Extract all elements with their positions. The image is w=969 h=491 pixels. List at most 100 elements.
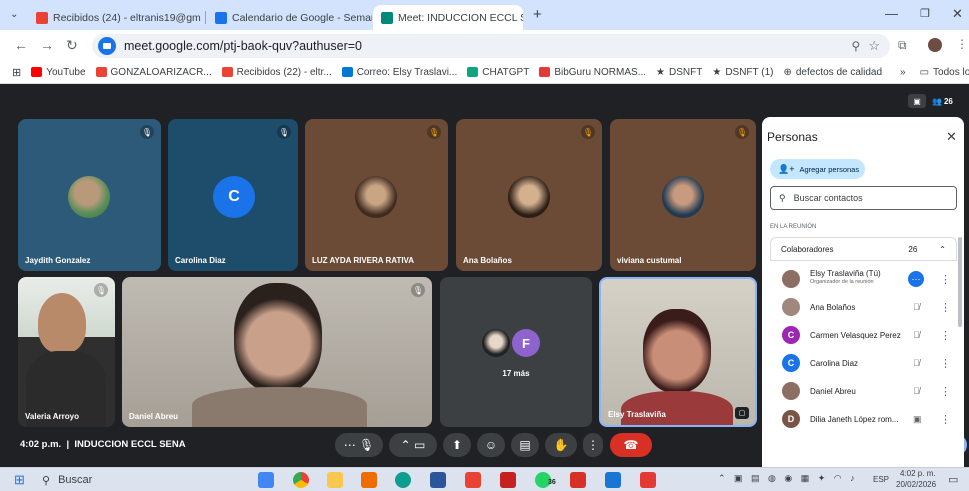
clock-time[interactable]: 4:02 p. m. — [900, 469, 936, 478]
bookmark-star-icon[interactable]: ☆ — [868, 38, 880, 54]
bookmark-defectos[interactable]: ⊕ defectos de calidad — [783, 67, 882, 78]
star-icon: ★ — [712, 66, 722, 78]
star-icon: ★ — [656, 66, 665, 78]
participant-tile[interactable]: 🎙 Jaydith Gonzalez — [18, 119, 161, 271]
extensions-icon[interactable]: ⧉ — [898, 38, 907, 53]
avatar: C — [213, 176, 255, 218]
calendar-icon — [215, 11, 227, 24]
more-icon[interactable]: ⋮ — [940, 329, 951, 342]
back-icon[interactable]: ← — [14, 38, 28, 52]
file-explorer-icon[interactable] — [327, 472, 343, 488]
participant-row[interactable]: Daniel Abreu 🎙̸ ⋮ — [762, 377, 964, 405]
bookmark-youtube[interactable]: YouTube — [31, 67, 86, 78]
app-icon[interactable] — [640, 472, 656, 488]
camera-options-button[interactable]: ⌃ ▭ — [389, 433, 437, 457]
new-tab-button[interactable]: + — [533, 6, 542, 23]
menu-icon[interactable]: ⋮ — [956, 37, 968, 51]
mic-off-icon: 🎙 — [94, 283, 108, 297]
tray-icons[interactable]: ⌃ ▣ ▤ ◍ ◉ ▦ ✦ ◠ ♪ — [718, 473, 858, 484]
bookmark-correo[interactable]: Correo: Elsy Traslavi... — [341, 66, 458, 78]
tab-calendar[interactable]: Calendario de Google - Seman × — [207, 5, 372, 30]
participant-tile[interactable]: 🎙 LUZ AYDA RIVERA RATIVA — [305, 119, 448, 271]
more-icon[interactable]: ⋮ — [940, 273, 951, 286]
bookmark-bibguru[interactable]: BibGuru NORMAS... — [539, 67, 646, 78]
bookmark-dsnft-1[interactable]: ★ DSNFT (1) — [712, 67, 773, 78]
tab-title: Recibidos (24) - eltranis19@gm — [53, 11, 201, 24]
leave-call-button[interactable]: ☎ — [610, 433, 652, 457]
bookmark-label: defectos de calidad — [795, 66, 883, 78]
url-bar[interactable]: meet.google.com/ptj-baok-quv?authuser=0 … — [92, 34, 890, 58]
more-options-button[interactable]: ⋮ — [583, 433, 603, 457]
edge-icon[interactable] — [395, 472, 411, 488]
forward-icon[interactable]: → — [40, 38, 54, 52]
bookmark-chatgpt[interactable]: CHATGPT — [467, 67, 529, 78]
more-icon[interactable]: ⋮ — [940, 385, 951, 398]
participant-row[interactable]: Elsy Traslaviña (Tú) Organizador de la r… — [762, 265, 964, 293]
participant-tile[interactable]: 🎙 C Carolina Diaz — [168, 119, 298, 271]
participant-name: LUZ AYDA RIVERA RATIVA — [312, 256, 415, 265]
participant-row[interactable]: C Carolina Diaz 🎙̸ ⋮ — [762, 349, 964, 377]
notification-badge: 36 — [548, 479, 556, 486]
more-participants-tile[interactable]: F 17 más — [440, 277, 592, 427]
apps-icon[interactable]: ⊞ — [12, 66, 21, 79]
gmail-icon[interactable] — [500, 472, 516, 488]
acrobat-icon[interactable] — [570, 472, 586, 488]
avatar: D — [782, 410, 800, 428]
panel-scrollbar[interactable] — [958, 237, 962, 327]
pin-icon[interactable]: ▢ — [735, 407, 749, 419]
gmail-icon[interactable] — [465, 472, 481, 488]
weather-icon[interactable] — [258, 472, 274, 488]
present-button[interactable]: ⬆ — [443, 433, 471, 457]
tab-meet[interactable]: Meet: INDUCCION ECCL SE × — [373, 5, 523, 30]
more-icon[interactable]: ⋮ — [940, 413, 951, 426]
close-panel-icon[interactable]: ✕ — [946, 129, 957, 145]
notifications-icon[interactable]: ▭ — [948, 473, 958, 486]
bookmark-all[interactable]: ▭Todos los marcadores — [920, 67, 969, 78]
panel-title: Personas — [767, 130, 818, 144]
tab-list-button[interactable]: ⌄ — [10, 9, 18, 20]
bookmark-dsnft[interactable]: ★ DSNFT — [656, 67, 702, 78]
language-indicator[interactable]: ESP — [873, 475, 889, 484]
app-icon[interactable] — [361, 472, 377, 488]
bookmark-gonzalo[interactable]: GONZALOARIZACR... — [95, 67, 212, 78]
more-icon[interactable]: ⋮ — [940, 357, 951, 370]
collapse-icon[interactable]: ⌃ — [939, 245, 946, 254]
tab-title: Meet: INDUCCION ECCL SE — [398, 11, 523, 24]
search-contacts-input[interactable]: ⚲ Buscar contactos — [770, 186, 957, 210]
tab-gmail[interactable]: Recibidos (24) - eltranis19@gm × — [28, 5, 203, 30]
self-video-tile[interactable]: Elsy Traslaviña ▢ — [599, 277, 757, 427]
bookmark-label: Correo: Elsy Traslavi... — [356, 66, 458, 78]
restore-button[interactable]: ❐ — [920, 7, 930, 20]
participant-row[interactable]: C Carmen Velasquez Perez 🎙̸ ⋮ — [762, 321, 964, 349]
participant-tile[interactable]: 🎙 viviana custumal — [610, 119, 756, 271]
close-window-button[interactable]: ✕ — [952, 6, 963, 22]
profile-avatar[interactable] — [928, 38, 942, 52]
layout-icon[interactable]: ▣ — [908, 94, 926, 108]
word-icon[interactable] — [430, 472, 446, 488]
minimize-button[interactable]: — — [885, 6, 898, 21]
participant-row[interactable]: D Dilia Janeth López rom... ▣ ⋮ — [762, 405, 964, 433]
participant-video-tile[interactable]: 🎙 Valeria Arroyo — [18, 277, 115, 427]
more-icon[interactable]: ⋮ — [940, 301, 951, 314]
taskbar-search[interactable]: ⚲ Buscar — [42, 470, 232, 490]
raise-hand-button[interactable]: ✋ — [545, 433, 577, 457]
contributors-group-header[interactable]: Colaboradores 26 ⌃ — [770, 237, 957, 261]
captions-button[interactable]: ▤ — [511, 433, 539, 457]
participant-row[interactable]: Ana Bolaños 🎙̸ ⋮ — [762, 293, 964, 321]
add-people-button[interactable]: 👤+ Agregar personas — [770, 159, 865, 179]
participants-counter[interactable]: 👥 26 — [932, 93, 953, 109]
participant-video-tile[interactable]: 🎙 Daniel Abreu — [122, 277, 432, 427]
more-bookmarks-icon[interactable]: » — [900, 67, 906, 78]
clock-date[interactable]: 20/02/2026 — [896, 480, 936, 489]
app-icon[interactable] — [605, 472, 621, 488]
zoom-icon[interactable]: ⚲ — [852, 39, 861, 53]
outlook-icon — [341, 67, 353, 77]
mic-options-button[interactable]: ⋯ 🎙 — [335, 433, 383, 457]
site-info-icon[interactable] — [98, 37, 116, 55]
reload-icon[interactable]: ↻ — [66, 38, 78, 52]
participant-tile[interactable]: 🎙 Ana Bolaños — [456, 119, 602, 271]
bookmark-recibidos[interactable]: Recibidos (22) - eltr... — [221, 67, 332, 78]
windows-start-icon[interactable]: ⊞ — [14, 472, 25, 488]
chrome-icon[interactable] — [293, 472, 309, 488]
emoji-button[interactable]: ☺ — [477, 433, 505, 457]
